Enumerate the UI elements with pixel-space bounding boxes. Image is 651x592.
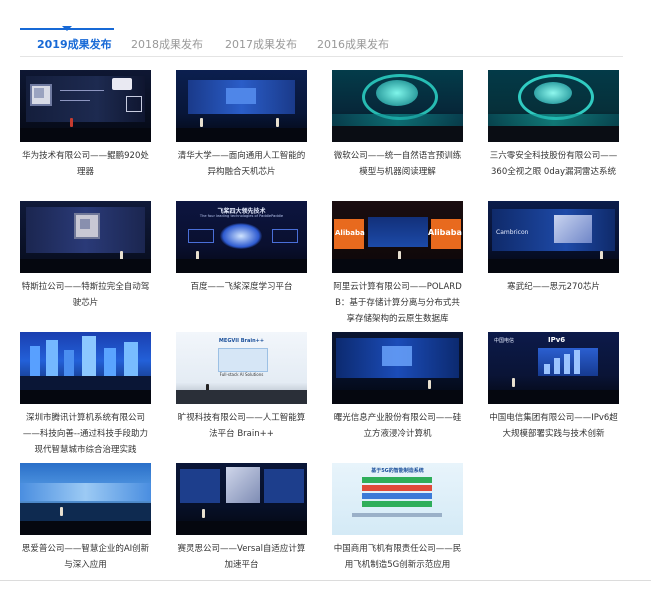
result-thumbnail[interactable]: 中国电信 IPv6 <box>488 332 619 404</box>
result-card[interactable]: 华为技术有限公司——鲲鹏920处理器 <box>20 70 151 180</box>
cambricon-logo: Cambricon <box>496 229 529 236</box>
alibaba-right-logo: Alibaba <box>428 228 462 237</box>
result-caption[interactable]: 曙光信息产业股份有限公司——硅立方液浸冷计算机 <box>332 410 463 442</box>
result-caption[interactable]: 阿里云计算有限公司——POLARDB：基于存储计算分离与分布式共享存储架构的云原… <box>332 279 463 327</box>
result-card[interactable]: 微软公司——统一自然语言预训练模型与机器阅读理解 <box>332 70 463 180</box>
result-caption[interactable]: 三六零安全科技股份有限公司——360全视之眼 0day漏洞雷达系统 <box>488 148 619 180</box>
result-card[interactable]: 三六零安全科技股份有限公司——360全视之眼 0day漏洞雷达系统 <box>488 70 619 180</box>
tab-bar: 2019成果发布 2018成果发布 2017成果发布 2016成果发布 <box>20 26 623 57</box>
result-caption[interactable]: 中国商用飞机有限责任公司——民用飞机制造5G创新示范应用 <box>332 541 463 573</box>
result-caption[interactable]: 微软公司——统一自然语言预训练模型与机器阅读理解 <box>332 148 463 180</box>
result-thumbnail[interactable]: 基于5G的智能制造系统 <box>332 463 463 535</box>
result-card[interactable]: 清华大学——面向通用人工智能的异构融合天机芯片 <box>176 70 307 180</box>
result-caption[interactable]: 旷视科技有限公司——人工智能算法平台 Brain++ <box>176 410 307 442</box>
result-thumbnail[interactable] <box>20 463 151 535</box>
result-thumbnail[interactable] <box>176 70 307 142</box>
result-thumbnail[interactable]: MEGVII Brain++ Full-stack AI Solutions <box>176 332 307 404</box>
result-thumbnail[interactable] <box>488 70 619 142</box>
result-card[interactable]: 飞桨四大领先技术 The four leading technologies o… <box>176 201 307 295</box>
result-card[interactable]: 曙光信息产业股份有限公司——硅立方液浸冷计算机 <box>332 332 463 442</box>
result-thumbnail[interactable] <box>332 70 463 142</box>
result-caption[interactable]: 中国电信集团有限公司——IPv6超大规模部署实践与技术创新 <box>488 410 619 442</box>
result-thumbnail[interactable]: Cambricon <box>488 201 619 273</box>
active-tab-caret <box>62 26 72 31</box>
result-thumbnail[interactable]: Alibaba Alibaba <box>332 201 463 273</box>
result-caption[interactable]: 百度——飞桨深度学习平台 <box>176 279 307 295</box>
result-caption[interactable]: 赛灵思公司——Versal自适应计算加速平台 <box>176 541 307 573</box>
telecom-logo: 中国电信 <box>494 338 515 344</box>
result-caption[interactable]: 清华大学——面向通用人工智能的异构融合天机芯片 <box>176 148 307 180</box>
result-thumbnail[interactable]: 飞桨四大领先技术 The four leading technologies o… <box>176 201 307 273</box>
tab-2019[interactable]: 2019成果发布 <box>37 36 112 52</box>
bottom-divider <box>0 580 651 581</box>
result-card[interactable]: 深圳市腾讯计算机系统有限公司——科技向善--通过科技手段助力现代智慧城市综合治理… <box>20 332 151 458</box>
result-card[interactable]: Alibaba Alibaba 阿里云计算有限公司——POLARDB：基于存储计… <box>332 201 463 327</box>
megvii-screen-subtitle: Full-stack AI Solutions <box>219 372 264 377</box>
result-card[interactable]: 特斯拉公司——特斯拉完全自动驾驶芯片 <box>20 201 151 311</box>
result-thumbnail[interactable] <box>332 332 463 404</box>
result-card[interactable]: 中国电信 IPv6 中国电信集团有限公司——IPv6超大规模部署实践与技术创新 <box>488 332 619 442</box>
result-caption[interactable]: 深圳市腾讯计算机系统有限公司——科技向善--通过科技手段助力现代智慧城市综合治理… <box>20 410 151 458</box>
result-thumbnail[interactable] <box>20 332 151 404</box>
tab-2016[interactable]: 2016成果发布 <box>317 36 389 52</box>
active-tab-underline <box>20 26 114 31</box>
comac-screen-title: 基于5G的智能制造系统 <box>371 468 424 474</box>
result-caption[interactable]: 寒武纪——思元270芯片 <box>488 279 619 295</box>
result-card[interactable]: Cambricon 寒武纪——思元270芯片 <box>488 201 619 295</box>
result-card[interactable]: 思爱普公司——智慧企业的AI创新与深入应用 <box>20 463 151 573</box>
paddle-screen-subtitle: The four leading technologies of PaddleP… <box>199 214 284 218</box>
result-caption[interactable]: 思爱普公司——智慧企业的AI创新与深入应用 <box>20 541 151 573</box>
result-caption[interactable]: 特斯拉公司——特斯拉完全自动驾驶芯片 <box>20 279 151 311</box>
result-card[interactable]: 基于5G的智能制造系统 中国商用飞机有限责任公司——民用飞机制造5G创新示范应用 <box>332 463 463 573</box>
alibaba-left-logo: Alibaba <box>335 229 365 237</box>
result-thumbnail[interactable] <box>176 463 307 535</box>
result-thumbnail[interactable] <box>20 201 151 273</box>
telecom-ipv6-label: IPv6 <box>548 336 566 344</box>
result-thumbnail[interactable] <box>20 70 151 142</box>
tab-2017[interactable]: 2017成果发布 <box>225 36 297 52</box>
result-card[interactable]: 赛灵思公司——Versal自适应计算加速平台 <box>176 463 307 573</box>
result-card[interactable]: MEGVII Brain++ Full-stack AI Solutions 旷… <box>176 332 307 442</box>
megvii-screen-title: MEGVII Brain++ <box>218 338 265 344</box>
tab-2018[interactable]: 2018成果发布 <box>131 36 203 52</box>
result-caption[interactable]: 华为技术有限公司——鲲鹏920处理器 <box>20 148 151 180</box>
